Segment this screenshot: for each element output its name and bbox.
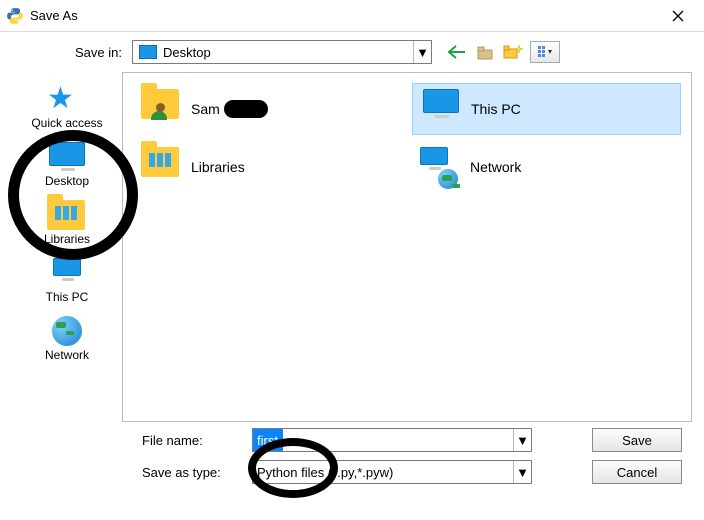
desktop-icon xyxy=(49,142,85,166)
user-folder-icon xyxy=(141,89,179,119)
sidebar-item-label: Libraries xyxy=(44,232,90,246)
sidebar-item-label: Desktop xyxy=(45,174,89,188)
save-type-value xyxy=(253,461,513,483)
file-list[interactable]: Sam This PC Libraries Network xyxy=(122,72,692,422)
sidebar-item-libraries[interactable]: Libraries xyxy=(12,194,122,252)
network-icon xyxy=(438,169,458,189)
item-label: Libraries xyxy=(191,159,245,175)
window-title: Save As xyxy=(30,8,78,23)
chevron-down-icon: ▼ xyxy=(513,461,531,483)
sidebar-item-quick-access[interactable]: ★ Quick access xyxy=(12,78,122,136)
redacted-text xyxy=(224,100,268,118)
sidebar-item-label: This PC xyxy=(46,290,89,304)
save-type-label: Save as type: xyxy=(12,465,252,480)
file-name-label: File name: xyxy=(12,433,252,448)
desktop-icon xyxy=(139,45,157,59)
save-in-label: Save in: xyxy=(12,45,132,60)
sidebar-item-this-pc[interactable]: This PC xyxy=(12,252,122,310)
pc-icon xyxy=(53,258,81,276)
network-icon xyxy=(52,316,82,346)
item-label: Network xyxy=(470,159,521,175)
save-type-dropdown[interactable]: ▼ xyxy=(252,460,532,484)
chevron-down-icon: ▼ xyxy=(413,41,431,63)
item-label: This PC xyxy=(471,101,521,117)
sidebar-item-desktop[interactable]: Desktop xyxy=(12,136,122,194)
chevron-down-icon[interactable]: ▼ xyxy=(513,429,531,451)
sidebar-item-network[interactable]: Network xyxy=(12,310,122,368)
libraries-icon xyxy=(47,200,85,230)
folder-item-network[interactable]: Network xyxy=(412,141,681,193)
python-icon xyxy=(6,7,24,25)
folder-item-user[interactable]: Sam xyxy=(133,83,402,135)
new-folder-button[interactable] xyxy=(502,41,524,63)
file-name-input-wrap: ▼ xyxy=(252,428,532,452)
sidebar-item-label: Network xyxy=(45,348,89,362)
folder-item-libraries[interactable]: Libraries xyxy=(133,141,402,193)
star-icon: ★ xyxy=(47,84,87,114)
sidebar-item-label: Quick access xyxy=(31,116,102,130)
pc-icon xyxy=(423,89,459,113)
close-button[interactable] xyxy=(658,2,698,30)
file-name-input[interactable] xyxy=(253,429,513,451)
save-button[interactable]: Save xyxy=(592,428,682,452)
item-label: Sam xyxy=(191,101,220,117)
libraries-icon xyxy=(141,147,179,177)
title-bar: Save As xyxy=(0,0,704,32)
view-menu-button[interactable] xyxy=(530,41,560,63)
save-in-value: Desktop xyxy=(163,45,413,60)
back-button[interactable] xyxy=(446,41,468,63)
network-monitor-icon xyxy=(420,147,448,165)
up-button[interactable] xyxy=(474,41,496,63)
save-in-dropdown[interactable]: Desktop ▼ xyxy=(132,40,432,64)
folder-item-this-pc[interactable]: This PC xyxy=(412,83,681,135)
places-sidebar: ★ Quick access Desktop Libraries This PC… xyxy=(12,72,122,422)
cancel-button[interactable]: Cancel xyxy=(592,460,682,484)
